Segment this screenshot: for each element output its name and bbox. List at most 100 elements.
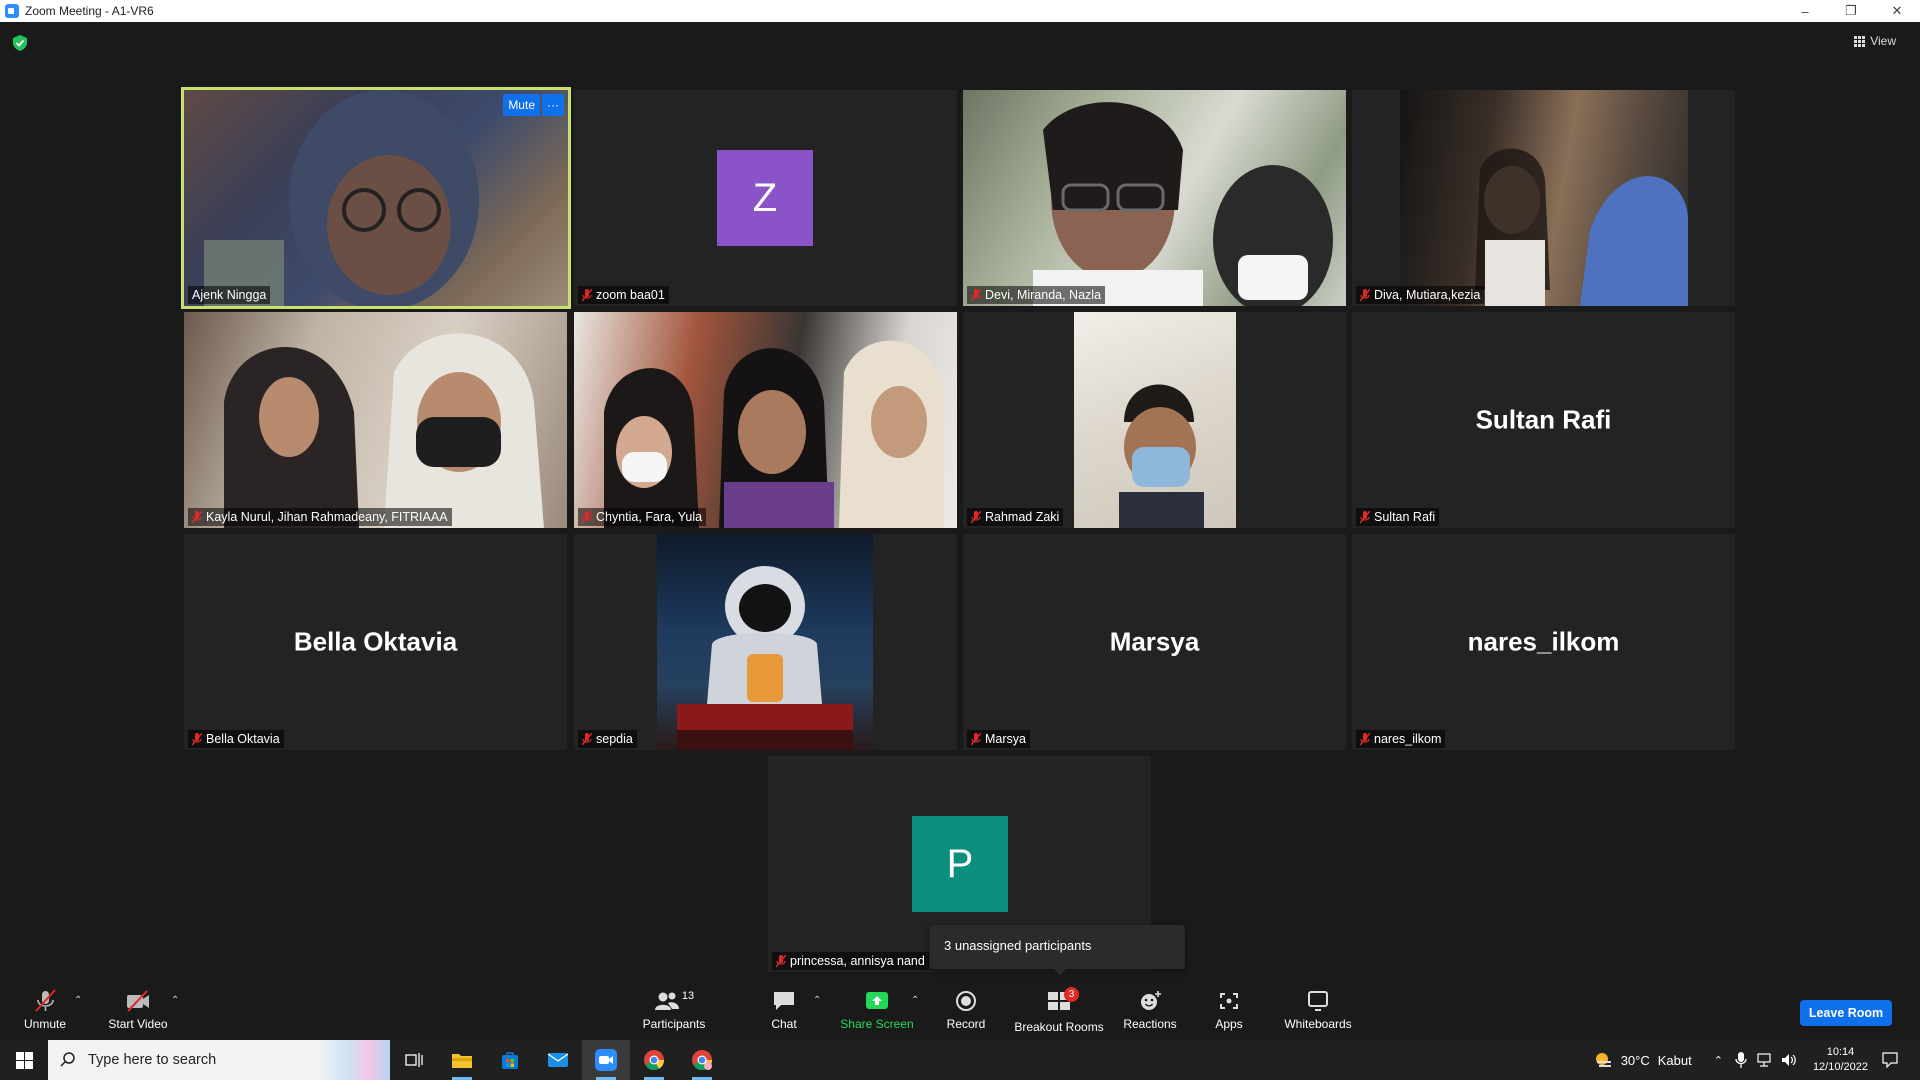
- participant-tile[interactable]: Kayla Nurul, Jihan Rahmadeany, FITRIAAA: [184, 312, 567, 528]
- participant-name-tag: Sultan Rafi: [1356, 508, 1440, 526]
- participant-tile[interactable]: Marsya Marsya: [963, 534, 1346, 750]
- reactions-button[interactable]: Reactions: [1120, 980, 1180, 1040]
- microphone-icon[interactable]: [1735, 1052, 1747, 1068]
- reactions-icon: [1141, 991, 1161, 1010]
- mail-icon: [547, 1053, 569, 1067]
- record-label: Record: [946, 1017, 986, 1031]
- whiteboards-button[interactable]: Whiteboards: [1278, 980, 1358, 1040]
- chat-button[interactable]: Chat: [758, 980, 810, 1040]
- share-screen-button[interactable]: Share Screen: [834, 980, 920, 1040]
- participant-tile[interactable]: Rahmad Zaki: [963, 312, 1346, 528]
- participant-name-tag: nares_ilkom: [1356, 730, 1446, 748]
- participant-tile[interactable]: nares_ilkom nares_ilkom: [1352, 534, 1735, 750]
- participant-name: Marsya: [985, 732, 1026, 746]
- participant-tile[interactable]: Sultan Rafi Sultan Rafi: [1352, 312, 1735, 528]
- mute-participant-button[interactable]: Mute: [503, 94, 540, 116]
- participant-profile-picture: [657, 534, 873, 750]
- chrome-button[interactable]: [630, 1040, 678, 1080]
- participant-name: princessa, annisya nand: [790, 954, 925, 968]
- weather-widget[interactable]: 30°C Kabut: [1593, 1050, 1692, 1070]
- participant-display-name: nares_ilkom: [1467, 626, 1620, 657]
- file-explorer-button[interactable]: [438, 1040, 486, 1080]
- tray-overflow-icon[interactable]: ⌃: [1714, 1054, 1723, 1067]
- notification-center-icon[interactable]: [1882, 1052, 1898, 1068]
- more-options-button[interactable]: ···: [542, 94, 564, 116]
- participant-name-tag: Marsya: [967, 730, 1030, 748]
- share-options-caret[interactable]: ⌃: [911, 995, 919, 1006]
- close-button[interactable]: ✕: [1874, 0, 1920, 22]
- participant-display-name: Bella Oktavia: [293, 626, 458, 657]
- mic-muted-icon: [971, 732, 981, 745]
- view-button[interactable]: View: [1854, 34, 1896, 48]
- participant-name-tag: Diva, Mutiara,kezia: [1356, 286, 1485, 304]
- weather-haze-icon: [1595, 1053, 1611, 1067]
- mic-muted-icon: [582, 288, 592, 301]
- chrome-profile-button[interactable]: [678, 1040, 726, 1080]
- mic-muted-icon: [1360, 510, 1370, 523]
- encryption-shield-icon[interactable]: [13, 35, 27, 51]
- avatar: P: [912, 816, 1008, 912]
- mic-muted-icon: [192, 732, 202, 745]
- participant-tile[interactable]: Bella Oktavia Bella Oktavia: [184, 534, 567, 750]
- volume-icon[interactable]: [1781, 1053, 1797, 1067]
- chrome-profile-icon: [692, 1050, 713, 1071]
- participant-tile[interactable]: sepdia: [574, 534, 957, 750]
- apps-label: Apps: [1215, 1017, 1243, 1031]
- start-video-label: Start Video: [108, 1017, 168, 1031]
- task-view-icon: [405, 1053, 423, 1067]
- share-screen-label: Share Screen: [840, 1017, 914, 1031]
- taskbar-search[interactable]: Type here to search: [48, 1040, 390, 1080]
- start-video-button[interactable]: Start Video: [102, 980, 174, 1040]
- chat-options-caret[interactable]: ⌃: [813, 995, 821, 1006]
- meeting-toolbar: Unmute ⌃ Start Video ⌃ 13 Participants C…: [0, 980, 1920, 1040]
- mail-button[interactable]: [534, 1040, 582, 1080]
- breakout-rooms-tooltip: 3 unassigned participants: [930, 925, 1185, 975]
- participant-video: [963, 90, 1346, 306]
- whiteboard-icon: [1308, 991, 1328, 1011]
- participants-button[interactable]: 13 Participants: [636, 980, 712, 1040]
- mic-muted-icon: [192, 510, 202, 523]
- minimize-button[interactable]: –: [1782, 0, 1828, 22]
- participant-name-tag: zoom baa01: [578, 286, 669, 304]
- task-view-button[interactable]: [390, 1040, 438, 1080]
- folder-icon: [452, 1054, 472, 1068]
- windows-logo-icon: [15, 1051, 33, 1069]
- audio-options-caret[interactable]: ⌃: [74, 995, 82, 1006]
- weather-condition: Kabut: [1657, 1052, 1692, 1068]
- participant-name: nares_ilkom: [1374, 732, 1442, 746]
- participants-label: Participants: [642, 1017, 706, 1031]
- window-title: Zoom Meeting - A1-VR6: [25, 4, 154, 18]
- participant-name-tag: sepdia: [578, 730, 637, 748]
- participant-display-name: Marsya: [1109, 626, 1200, 657]
- breakout-rooms-button[interactable]: 3 Breakout Rooms: [1012, 980, 1106, 1040]
- record-button[interactable]: Record: [938, 980, 994, 1040]
- participant-name: Bella Oktavia: [206, 732, 280, 746]
- participant-name: zoom baa01: [596, 288, 665, 302]
- participant-tile[interactable]: Mute ··· Ajenk Ningga: [181, 87, 571, 309]
- leave-room-button[interactable]: Leave Room: [1800, 1000, 1892, 1026]
- apps-button[interactable]: Apps: [1204, 980, 1254, 1040]
- participant-name-tag: Devi, Miranda, Nazla: [967, 286, 1106, 304]
- share-screen-icon: [866, 992, 888, 1009]
- participant-video: [1400, 90, 1688, 306]
- participant-tile[interactable]: Devi, Miranda, Nazla: [963, 90, 1346, 306]
- participant-name-tag: princessa, annisya nand: [772, 952, 929, 970]
- search-highlight-art: [318, 1040, 390, 1080]
- participant-tile[interactable]: Z zoom baa01: [574, 90, 957, 306]
- participant-name: Devi, Miranda, Nazla: [985, 288, 1102, 302]
- unmute-button[interactable]: Unmute: [14, 980, 76, 1040]
- participant-tile[interactable]: Chyntia, Fara, Yula: [574, 312, 957, 528]
- participant-tile[interactable]: Diva, Mutiara,kezia: [1352, 90, 1735, 306]
- grid-view-icon: [1854, 35, 1866, 47]
- store-button[interactable]: [486, 1040, 534, 1080]
- video-options-caret[interactable]: ⌃: [171, 995, 179, 1006]
- chat-icon: [774, 992, 794, 1010]
- restore-button[interactable]: ❐: [1828, 0, 1874, 22]
- network-icon[interactable]: [1757, 1053, 1773, 1067]
- participant-video: [1074, 312, 1236, 528]
- apps-icon: [1220, 993, 1238, 1009]
- taskbar-clock[interactable]: 10:14 12/10/2022: [1813, 1045, 1868, 1075]
- start-button[interactable]: [0, 1040, 48, 1080]
- zoom-app-icon: [5, 4, 19, 18]
- zoom-taskbar-button[interactable]: [582, 1040, 630, 1080]
